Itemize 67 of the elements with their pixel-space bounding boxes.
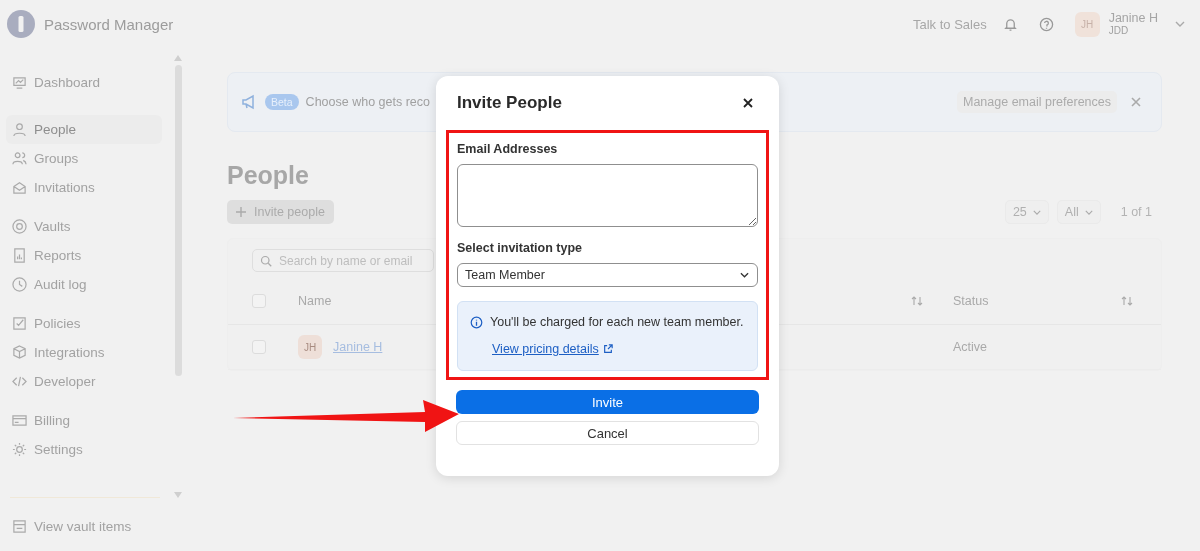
scroll-up-icon[interactable]	[174, 55, 182, 61]
per-page-select[interactable]: 25	[1004, 200, 1049, 224]
megaphone-icon	[241, 94, 257, 110]
sidebar-item[interactable]: Audit log	[6, 270, 162, 299]
pricing-link[interactable]: View pricing details	[492, 342, 599, 356]
talk-to-sales-link[interactable]: Talk to Sales	[912, 16, 987, 32]
page-title: People	[227, 160, 310, 190]
filter-select[interactable]: All	[1056, 200, 1101, 224]
sidebar-item[interactable]: Dashboard	[6, 68, 162, 97]
scroll-down-icon[interactable]	[174, 492, 182, 498]
field-label: Email Addresses	[457, 142, 559, 156]
people-icon	[12, 151, 27, 166]
checkbox-icon	[12, 316, 27, 331]
beta-badge: Beta	[265, 94, 299, 110]
chevron-down-icon	[1032, 209, 1041, 215]
sidebar-item[interactable]: Settings	[6, 435, 162, 464]
chevron-down-icon[interactable]	[1175, 21, 1185, 27]
box-icon	[12, 519, 27, 534]
column-header[interactable]: Status	[953, 294, 989, 308]
banner-text: Choose who gets reco	[305, 95, 430, 109]
clock-icon	[12, 277, 27, 292]
report-icon	[12, 248, 27, 263]
app-name: Password Manager	[44, 15, 174, 33]
sidebar-item[interactable]: Billing	[6, 406, 162, 435]
sidebar-item[interactable]: Vaults	[6, 212, 162, 241]
cancel-button[interactable]: Cancel	[456, 421, 759, 445]
invitation-type-select[interactable]: Team Member	[457, 263, 758, 287]
pagination-text: 1 of 1	[1120, 205, 1152, 219]
help-icon[interactable]	[1038, 16, 1054, 32]
external-link-icon	[602, 344, 613, 354]
status-text: Active	[953, 340, 988, 354]
sidebar-item[interactable]: Reports	[6, 241, 162, 270]
info-text: You'll be charged for each new team member.	[490, 315, 744, 329]
sidebar-item[interactable]: View vault items	[10, 512, 160, 541]
chevron-down-icon	[1084, 209, 1093, 215]
dialog-title: Invite People	[457, 93, 562, 113]
manage-preferences-button[interactable]: Manage email preferences	[957, 91, 1117, 113]
sidebar-item[interactable]: Integrations	[6, 338, 162, 367]
email-input-field[interactable]	[457, 164, 758, 227]
sidebar-item[interactable]: Groups	[6, 144, 162, 173]
sort-icon[interactable]	[911, 296, 923, 306]
user-name-link[interactable]: Janine H	[333, 340, 383, 354]
sort-icon[interactable]	[1121, 296, 1133, 306]
bell-icon[interactable]	[1002, 16, 1018, 32]
logo-icon	[7, 10, 35, 38]
user-avatar: JH	[298, 335, 322, 359]
sidebar-item[interactable]: Invitations	[6, 173, 162, 202]
search-icon	[260, 254, 272, 267]
sidebar-item[interactable]: People	[6, 115, 162, 144]
envelope-icon	[12, 180, 27, 195]
monitor-icon	[12, 75, 27, 90]
info-icon	[470, 315, 483, 329]
close-icon[interactable]	[743, 98, 753, 108]
invite-button[interactable]: Invite	[456, 390, 759, 414]
field-label: Select invitation type	[457, 241, 584, 255]
sidebar-item[interactable]: Developer	[6, 367, 162, 396]
code-icon	[12, 374, 27, 389]
user-name: Janine H	[1108, 11, 1158, 26]
person-icon	[12, 122, 27, 137]
cube-icon	[12, 345, 27, 360]
column-header[interactable]: Name	[298, 294, 332, 308]
chevron-down-icon	[740, 272, 749, 278]
user-org: JDD	[1108, 25, 1130, 37]
vault-icon	[12, 219, 27, 234]
card-icon	[12, 413, 27, 428]
sidebar-item[interactable]: Policies	[6, 309, 162, 338]
plus-icon	[236, 207, 246, 217]
